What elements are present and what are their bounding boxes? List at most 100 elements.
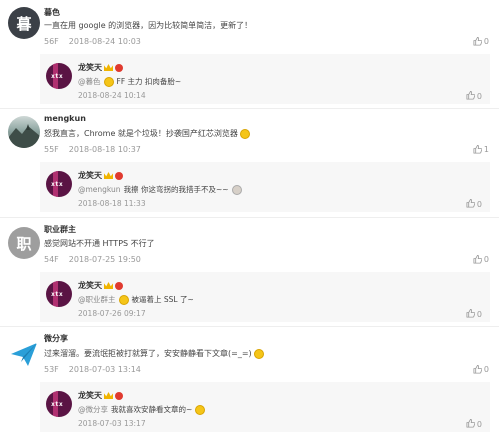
avatar[interactable] <box>8 116 40 148</box>
comment-time: 2018-08-18 10:37 <box>68 145 141 154</box>
crown-icon <box>104 64 113 71</box>
mention-link[interactable]: @mengkun <box>78 185 121 194</box>
admin-badge-icon <box>115 391 123 400</box>
thumbs-up-icon <box>466 309 476 320</box>
crown-icon <box>104 392 113 399</box>
like-button[interactable]: 1 <box>473 145 489 154</box>
avatar-label: xtx <box>51 400 63 408</box>
mention-link[interactable]: @暮色 <box>78 76 101 87</box>
crown-icon <box>104 172 113 179</box>
comment-text: 怒我直言，Chrome 就是个垃圾！抄袭国产红芯浏览器 <box>44 128 250 139</box>
reply-text-content: 我擦 你这弯拐的我措手不及~~ <box>123 185 229 194</box>
like-button[interactable]: 0 <box>466 309 482 320</box>
reply-avatar[interactable]: xtx <box>46 281 72 307</box>
comment-item: 暮 暮色 一直在用 google 的浏览器，因为比较简单简洁，更新了！ 56F … <box>0 0 499 110</box>
comment-meta: 53F 2018-07-03 13:14 <box>44 365 141 374</box>
avatar[interactable]: 职 <box>8 227 40 259</box>
grin-emoji-icon <box>195 404 206 415</box>
reply-item: xtx 龙笑天 @微分享 我就喜欢安静看文章的~ 2018-07-03 13:17… <box>40 382 490 432</box>
like-count: 0 <box>476 310 482 319</box>
reply-author-name: 龙笑天 <box>78 63 102 72</box>
comment-text-content: 感觉网站不开通 HTTPS 不行了 <box>44 239 155 248</box>
comment-text-content: 一直在用 google 的浏览器，因为比较简单简洁，更新了！ <box>44 21 253 30</box>
avatar[interactable] <box>8 338 40 370</box>
like-count: 0 <box>476 92 482 101</box>
reply-author[interactable]: 龙笑天 <box>78 62 123 73</box>
reply-author[interactable]: 龙笑天 <box>78 390 123 401</box>
thumbs-up-icon <box>473 365 482 374</box>
reply-time: 2018-08-18 11:33 <box>78 199 146 208</box>
mention-link[interactable]: @微分享 <box>78 404 108 415</box>
reply-avatar[interactable]: xtx <box>46 171 72 197</box>
comment-author[interactable]: mengkun <box>44 114 86 123</box>
avatar[interactable]: 暮 <box>8 7 40 39</box>
comment-time: 2018-07-03 13:14 <box>68 365 141 374</box>
reply-text-content: 被逼着上 SSL 了~ <box>131 295 194 304</box>
reply-author-name: 龙笑天 <box>78 171 102 180</box>
divider <box>0 217 499 218</box>
reply-text: @职业群主 被逼着上 SSL 了~ <box>78 294 194 305</box>
avatar-label: xtx <box>51 290 63 298</box>
comment-author[interactable]: 职业群主 <box>44 224 76 235</box>
like-button[interactable]: 0 <box>466 199 482 210</box>
comment-text: 过来溜溜。要流氓拒被打就算了，安安静静看下文章(=_=) <box>44 348 264 359</box>
admin-badge-icon <box>115 281 123 290</box>
like-button[interactable]: 0 <box>473 37 489 46</box>
reply-item: xtx 龙笑天 @暮色 FF 主力 扣肉备胎~ 2018-08-24 10:14 … <box>40 54 490 104</box>
landscape-avatar-icon <box>8 124 40 148</box>
like-button[interactable]: 0 <box>473 255 489 264</box>
comment-author[interactable]: 暮色 <box>44 7 60 18</box>
like-count: 1 <box>483 145 489 154</box>
reply-author[interactable]: 龙笑天 <box>78 170 123 181</box>
comment-time: 2018-08-24 10:03 <box>68 37 141 46</box>
reply-author-name: 龙笑天 <box>78 281 102 290</box>
comment-meta: 56F 2018-08-24 10:03 <box>44 37 141 46</box>
admin-badge-icon <box>115 171 123 180</box>
smile-emoji-icon <box>103 76 114 87</box>
like-count: 0 <box>483 255 489 264</box>
reply-text: @微分享 我就喜欢安静看文章的~ <box>78 404 206 415</box>
mention-link[interactable]: @职业群主 <box>78 294 116 305</box>
floor-number: 53F <box>44 365 59 374</box>
avatar-initial: 暮 <box>16 14 32 33</box>
comment-text: 感觉网站不开通 HTTPS 不行了 <box>44 238 155 249</box>
floor-number: 56F <box>44 37 59 46</box>
like-button[interactable]: 0 <box>473 365 489 374</box>
like-count: 0 <box>483 365 489 374</box>
comment-text: 一直在用 google 的浏览器，因为比较简单简洁，更新了！ <box>44 20 252 31</box>
reply-text-content: 我就喜欢安静看文章的~ <box>111 405 193 414</box>
like-button[interactable]: 0 <box>466 419 482 430</box>
admin-badge-icon <box>115 63 123 72</box>
like-count: 0 <box>476 200 482 209</box>
grin-emoji-icon <box>239 128 250 139</box>
comment-item: mengkun 怒我直言，Chrome 就是个垃圾！抄袭国产红芯浏览器 55F … <box>0 110 499 216</box>
floor-number: 55F <box>44 145 59 154</box>
comment-author[interactable]: 微分享 <box>44 333 68 344</box>
smile-emoji-icon <box>253 348 264 359</box>
reply-item: xtx 龙笑天 @职业群主 被逼着上 SSL 了~ 2018-07-26 09:1… <box>40 272 490 322</box>
reply-author-name: 龙笑天 <box>78 391 102 400</box>
reply-time: 2018-07-26 09:17 <box>78 309 146 318</box>
reply-avatar[interactable]: xtx <box>46 391 72 417</box>
comment-item: 职 职业群主 感觉网站不开通 HTTPS 不行了 54F 2018-07-25 … <box>0 219 499 325</box>
thumbs-up-icon <box>466 199 476 210</box>
comment-item: 微分享 过来溜溜。要流氓拒被打就算了，安安静静看下文章(=_=) 53F 201… <box>0 328 499 438</box>
reply-time: 2018-08-24 10:14 <box>78 91 146 100</box>
comment-meta: 55F 2018-08-18 10:37 <box>44 145 141 154</box>
thumbs-up-icon <box>473 255 482 264</box>
paper-plane-icon <box>11 343 37 366</box>
sweat-emoji-icon <box>231 184 242 195</box>
reply-author[interactable]: 龙笑天 <box>78 280 123 291</box>
floor-number: 54F <box>44 255 59 264</box>
reply-text: @mengkun 我擦 你这弯拐的我措手不及~~ <box>78 184 242 195</box>
like-button[interactable]: 0 <box>466 91 482 102</box>
thumbs-up-icon <box>466 91 476 102</box>
crown-icon <box>104 282 113 289</box>
reply-text-content: FF 主力 扣肉备胎~ <box>116 77 182 86</box>
comment-meta: 54F 2018-07-25 19:50 <box>44 255 141 264</box>
comment-time: 2018-07-25 19:50 <box>68 255 141 264</box>
smile-emoji-icon <box>118 294 129 305</box>
reply-avatar[interactable]: xtx <box>46 63 72 89</box>
avatar-label: xtx <box>51 180 63 188</box>
reply-time: 2018-07-03 13:17 <box>78 419 146 428</box>
